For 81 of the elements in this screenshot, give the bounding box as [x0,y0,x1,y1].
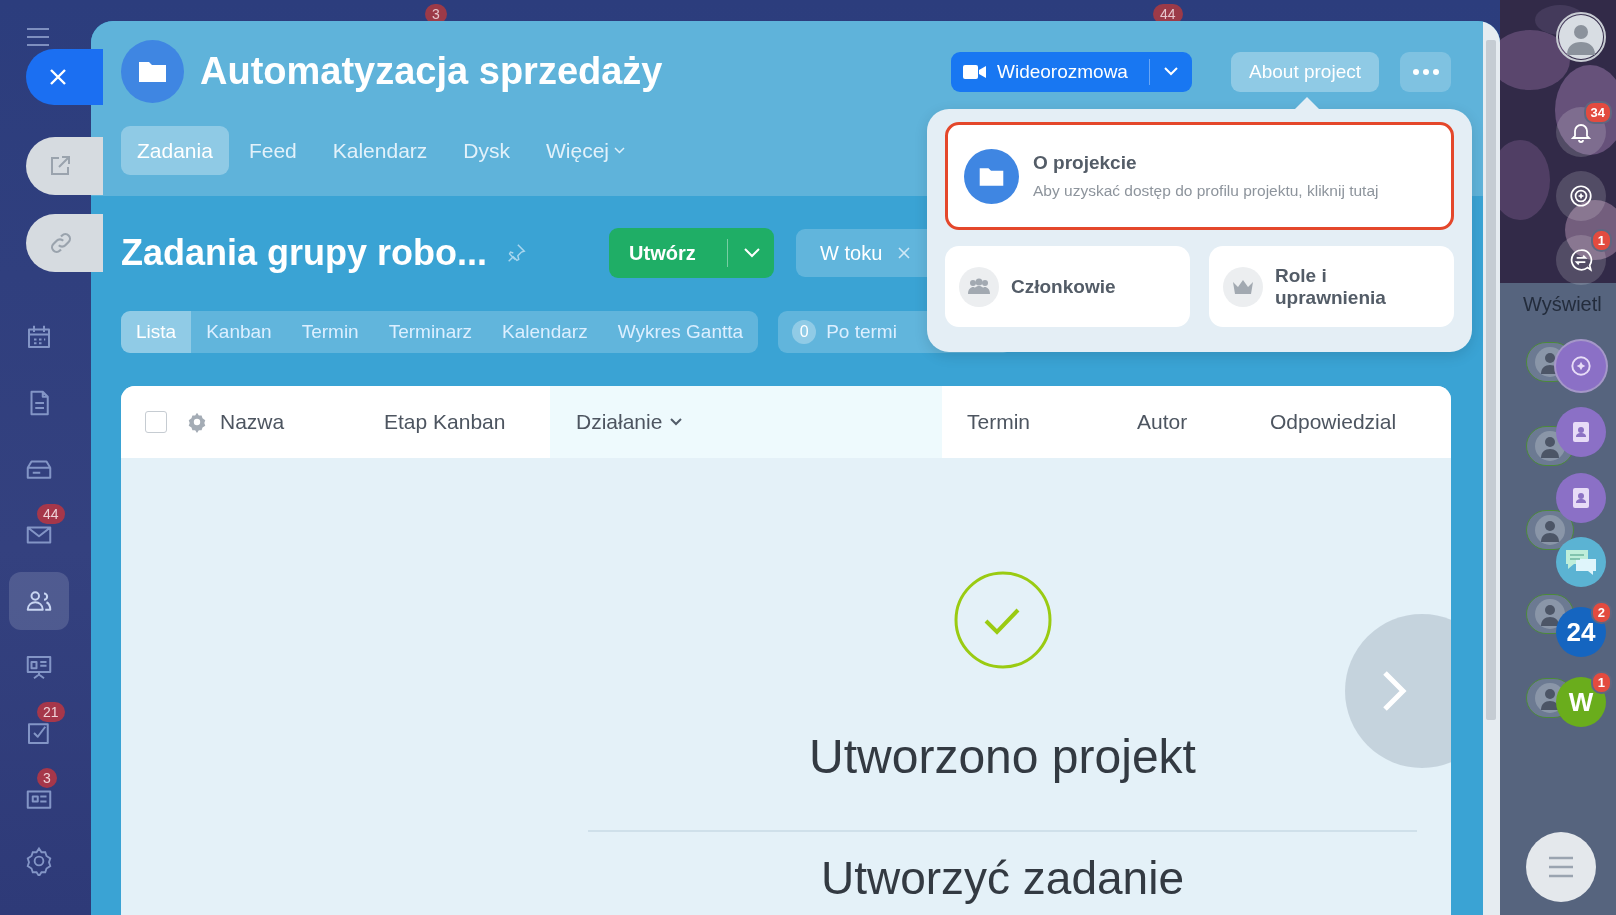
select-all-checkbox[interactable] [145,411,167,433]
project-info-card[interactable]: O projekcie Aby uzyskać dostęp do profilu projektu, kliknij tutaj [945,122,1454,230]
transfer-chat-button[interactable] [1556,235,1606,285]
crown-icon [1223,266,1263,307]
popup-card[interactable]: Role i uprawnienia [1209,246,1454,327]
settings-icon[interactable] [186,411,208,433]
column-header[interactable]: Działanie [550,386,942,458]
view-tab[interactable]: Termin [286,311,374,353]
filter-label: W toku [820,241,883,265]
contact-book-button[interactable] [1556,407,1606,457]
card-description: Aby uzyskać dostęp do profilu projektu, kliknij tutaj [1033,182,1379,200]
chat-button[interactable] [1556,537,1606,587]
contact-book-icon [1571,487,1591,509]
nav-item[interactable]: 21 [9,704,69,762]
assistant-button[interactable] [1556,171,1606,221]
tab[interactable]: Kalendarz [316,126,444,175]
sparkle-circle-icon [1568,183,1594,209]
view-tab[interactable]: Kalendarz [487,311,603,353]
about-project-button[interactable]: About project [1231,51,1379,92]
folder-icon [964,148,1019,204]
more-button[interactable] [1400,51,1451,92]
people-icon [959,266,999,307]
column-header[interactable]: Nazwa [208,386,372,458]
video-camera-icon [963,63,987,80]
chat-arrows-icon [1568,247,1594,273]
column-header[interactable]: Etap Kanban [372,386,550,458]
notification-badge: 1 [1590,671,1612,694]
column-header[interactable]: Autor [1112,386,1270,458]
view-tab[interactable]: Terminarz [373,311,488,353]
close-button[interactable] [26,49,103,105]
notification-badge: 21 [37,702,65,722]
user-avatar[interactable] [1556,12,1606,62]
person-icon [1535,515,1565,545]
nav-item[interactable] [9,572,69,630]
view-tab[interactable]: Lista [121,311,192,353]
contact-book-button[interactable] [1556,473,1606,523]
nav-item[interactable]: 44 [9,506,69,564]
counter-label: Po termi [826,321,897,343]
settings-icon[interactable] [24,846,54,876]
scrollbar[interactable] [1486,40,1496,720]
column-header[interactable]: Termin [942,386,1112,458]
tab[interactable]: Dysk [447,126,526,175]
sparkle-circle-icon [1568,353,1594,379]
open-in-new-window-button[interactable] [26,137,103,195]
contact-book-icon [1571,421,1591,443]
column-label: Wyświetl [1523,293,1603,316]
folder-icon [121,40,184,103]
tab[interactable]: Zadania [121,126,229,175]
page-title: Zadania grupy robo... [121,232,488,274]
menu-icon[interactable] [26,27,50,47]
create-button[interactable]: Utwórz [609,228,775,278]
video-call-button[interactable]: Wideorozmowa [951,51,1192,92]
person-icon [1559,15,1603,59]
count-badge: 0 [792,320,817,344]
chevron-down-icon [1164,67,1178,76]
nav-item[interactable]: 3 [9,770,69,828]
notification-badge: 2 [1590,601,1612,624]
popup-card[interactable]: Członkowie [945,246,1190,327]
chat-bubbles-icon [1564,547,1598,577]
tab[interactable]: Feed [232,126,313,175]
notification-badge: 3 [37,768,57,788]
link-icon [48,230,74,256]
checkmark-circle-icon [953,571,1052,669]
more-dots-icon [1412,68,1439,75]
card-title: O projekcie [1033,152,1138,174]
chevron-down-icon [670,418,683,426]
chevron-right-icon [1381,669,1407,713]
view-tab[interactable]: Wykres Gantta [602,311,759,353]
notification-badge: 3 [425,4,447,24]
external-link-icon [48,154,72,178]
copy-link-button[interactable] [26,214,103,272]
tab[interactable]: Więcej [530,126,641,175]
close-icon [48,67,68,87]
notification-badge: 44 [37,504,65,524]
chevron-down-icon [744,248,761,258]
notification-badge: 44 [1153,4,1183,24]
project-title: Automatyzacja sprzedaży [200,50,664,93]
empty-state-link[interactable]: Utworzyć zadanie [820,854,1184,903]
column-header[interactable]: Odpowiedzial [1270,386,1451,458]
empty-state-title: Utworzono projekt [809,729,1196,784]
view-tab[interactable]: Kanban [191,311,287,353]
